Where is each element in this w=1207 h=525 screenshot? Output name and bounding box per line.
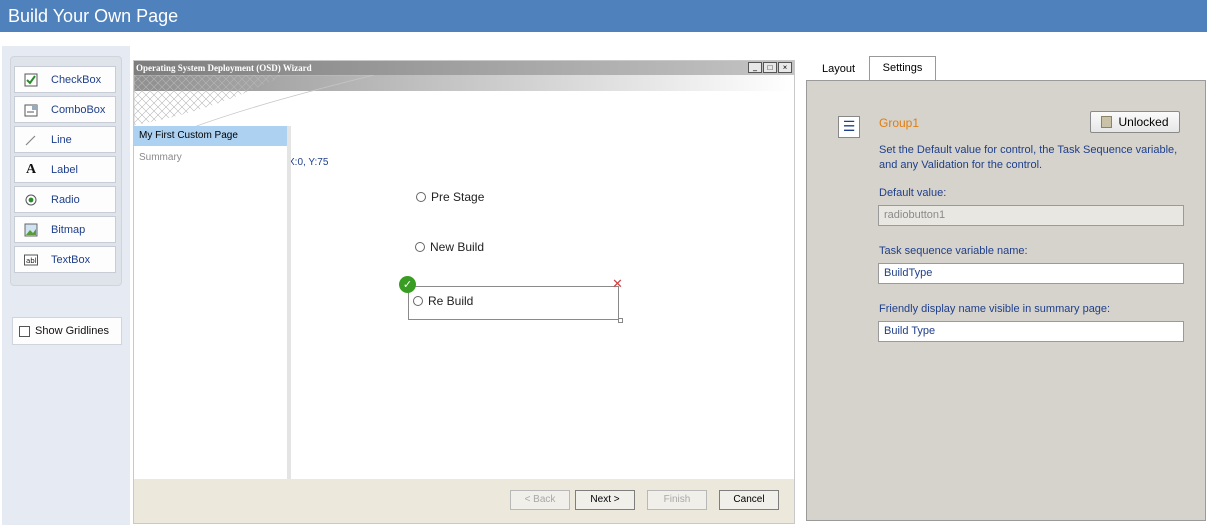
wizard-caption: Operating System Deployment (OSD) Wizard… bbox=[134, 61, 794, 75]
radio-label: New Build bbox=[430, 240, 485, 254]
nav-item-summary[interactable]: Summary bbox=[134, 148, 287, 168]
default-value-label: Default value: bbox=[879, 187, 947, 199]
combobox-icon bbox=[23, 102, 39, 118]
wizard-caption-text: Operating System Deployment (OSD) Wizard bbox=[136, 63, 312, 73]
wizard-banner bbox=[133, 74, 794, 128]
unlock-button[interactable]: Unlocked bbox=[1090, 111, 1180, 133]
ts-variable-input[interactable]: BuildType bbox=[878, 263, 1184, 284]
back-button[interactable]: < Back bbox=[510, 490, 570, 510]
checkbox-icon bbox=[23, 72, 39, 88]
label-icon: A bbox=[25, 161, 37, 177]
radio-pre-stage[interactable]: Pre Stage bbox=[416, 190, 484, 204]
unlock-label: Unlocked bbox=[1118, 115, 1169, 129]
cursor-coordinates: X:0, Y:75 bbox=[288, 157, 329, 168]
toolbox-item-label: Line bbox=[51, 133, 72, 146]
lock-icon bbox=[1101, 116, 1113, 128]
minimize-icon[interactable]: _ bbox=[748, 62, 762, 73]
window-controls: _ □ × bbox=[748, 62, 792, 73]
toolbox-item-label: Bitmap bbox=[51, 223, 86, 236]
radio-button-icon[interactable] bbox=[413, 296, 423, 306]
show-gridlines-label: Show Gridlines bbox=[35, 325, 109, 337]
toolbox-item-textbox[interactable]: abl TextBox bbox=[14, 246, 116, 273]
toolbox-item-combobox[interactable]: ComboBox bbox=[14, 96, 116, 123]
textbox-icon: abl bbox=[23, 252, 39, 268]
tab-layout[interactable]: Layout bbox=[808, 58, 869, 82]
toolbox-item-label[interactable]: A Label bbox=[14, 156, 116, 183]
toolbox-item-label: Label bbox=[51, 163, 78, 176]
toolbox-item-checkbox[interactable]: CheckBox bbox=[14, 66, 116, 93]
friendly-name-input[interactable]: Build Type bbox=[878, 321, 1184, 342]
wizard-preview: Operating System Deployment (OSD) Wizard… bbox=[133, 60, 795, 524]
cancel-button[interactable]: Cancel bbox=[719, 490, 779, 510]
svg-text:abl: abl bbox=[26, 257, 37, 265]
group-name: Group1 bbox=[879, 116, 920, 130]
group-list-icon: ☰ bbox=[838, 116, 860, 138]
settings-description: Set the Default value for control, the T… bbox=[879, 144, 1178, 171]
toolbox-item-line[interactable]: Line bbox=[14, 126, 116, 153]
nav-divider bbox=[287, 126, 291, 479]
radio-new-build[interactable]: New Build bbox=[415, 240, 484, 254]
radio-label: Pre Stage bbox=[431, 190, 485, 204]
nav-item-first-custom-page[interactable]: My First Custom Page bbox=[134, 126, 287, 146]
toolbox-item-radio[interactable]: Radio bbox=[14, 186, 116, 213]
default-value-field: radiobutton1 bbox=[878, 205, 1184, 226]
show-gridlines-checkbox[interactable]: Show Gridlines bbox=[12, 317, 122, 345]
ts-variable-label: Task sequence variable name: bbox=[879, 245, 1028, 257]
checkbox-square[interactable] bbox=[19, 325, 30, 337]
wizard-nav: My First Custom Page Summary bbox=[134, 126, 287, 479]
toolbox-item-label: CheckBox bbox=[51, 73, 102, 86]
banner-graphic bbox=[133, 74, 794, 128]
page-title: Build Your Own Page bbox=[0, 0, 1207, 32]
finish-button[interactable]: Finish bbox=[647, 490, 707, 510]
friendly-name-label: Friendly display name visible in summary… bbox=[879, 303, 1111, 315]
toolbox-item-bitmap[interactable]: Bitmap bbox=[14, 216, 116, 243]
toolbox-item-label: TextBox bbox=[51, 253, 91, 266]
bitmap-icon bbox=[23, 222, 39, 238]
radio-button-icon[interactable] bbox=[416, 192, 426, 202]
check-badge-icon: ✓ bbox=[399, 276, 416, 293]
next-button[interactable]: Next > bbox=[575, 490, 635, 510]
radio-button-icon[interactable] bbox=[415, 242, 425, 252]
toolbox-item-label: ComboBox bbox=[51, 103, 106, 116]
line-icon bbox=[23, 132, 39, 148]
toolbox-item-label: Radio bbox=[51, 193, 80, 206]
page: Build Your Own Page CheckBox ComboBox Li… bbox=[0, 0, 1207, 525]
radio-re-build[interactable]: Re Build bbox=[413, 294, 473, 308]
delete-control-icon[interactable]: ✕ bbox=[612, 278, 623, 291]
tab-settings[interactable]: Settings bbox=[869, 56, 936, 82]
resize-handle[interactable] bbox=[618, 318, 623, 323]
radio-icon bbox=[23, 192, 39, 208]
radio-label: Re Build bbox=[428, 294, 474, 308]
close-icon[interactable]: × bbox=[778, 62, 792, 73]
maximize-icon[interactable]: □ bbox=[763, 62, 777, 73]
